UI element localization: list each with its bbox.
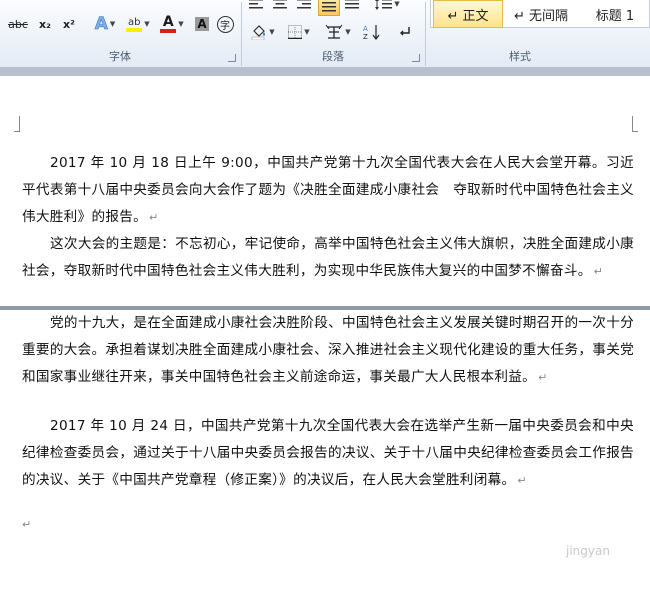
sort-icon: AZ: [363, 25, 380, 40]
paragraph-group-label: 段落: [322, 50, 344, 63]
align-right-button[interactable]: [294, 0, 314, 12]
group-divider: [425, 2, 426, 66]
enclose-character-icon: 字: [216, 15, 234, 33]
paragraph-mark-icon: [400, 27, 410, 36]
page-gap: [0, 68, 650, 76]
font-dialog-launcher-icon[interactable]: [228, 54, 236, 62]
highlight-button[interactable]: ab ▼: [122, 14, 154, 34]
svg-text:Z: Z: [363, 33, 368, 40]
chevron-down-icon: ▼: [144, 20, 150, 28]
watermark: jingyan: [566, 544, 610, 558]
text-effects-icon: A: [94, 14, 108, 35]
align-left-icon: [249, 0, 263, 9]
line-spacing-button[interactable]: ▼: [372, 0, 402, 12]
align-left-button[interactable]: [246, 0, 266, 12]
font-color-icon: A: [160, 15, 177, 33]
paragraph-4[interactable]: 2017 年 10 月 24 日，中国共产党第十九次全国代表大会在选举产生新一届…: [22, 413, 634, 494]
text-effects-button[interactable]: A ▼: [90, 14, 120, 35]
strikethrough-button[interactable]: abc: [4, 14, 32, 34]
paragraph-mark: ↵: [517, 474, 527, 487]
chevron-down-icon: ▼: [394, 0, 400, 8]
chevron-down-icon: ▼: [109, 20, 116, 28]
paragraph-group: ▼ ▼ ▼ ▼ AZ 段落: [242, 0, 424, 68]
document-page[interactable]: 2017 年 10 月 18 日上午 9:00，中国共产党第十九次全国代表大会在…: [0, 76, 650, 600]
font-color-button[interactable]: A ▼: [156, 14, 188, 34]
subscript-button[interactable]: x₂: [34, 14, 56, 34]
justify-icon: [322, 2, 336, 12]
align-center-button[interactable]: [270, 0, 290, 12]
svg-text:A: A: [363, 25, 368, 33]
enclose-character-button[interactable]: 字: [214, 14, 236, 34]
paragraph-mark: ↵: [149, 211, 159, 224]
chinese-layout-icon: [325, 24, 343, 39]
highlight-icon: ab: [126, 17, 143, 32]
line-spacing-icon: [375, 0, 393, 10]
distributed-button[interactable]: [342, 0, 362, 12]
chevron-down-icon: ▼: [178, 20, 184, 28]
chevron-down-icon: ▼: [304, 28, 310, 36]
shading-button[interactable]: ▼: [248, 22, 278, 42]
font-group: abc x₂ x² A ▼ ab ▼ A ▼ A 字 字体: [0, 0, 240, 68]
paragraph-3[interactable]: 党的十九大，是在全面建成小康社会决胜阶段、中国特色社会主义发展关键时期召开的一次…: [22, 310, 634, 391]
paragraph-dialog-launcher-icon[interactable]: [412, 54, 420, 62]
paragraph-1[interactable]: 2017 年 10 月 18 日上午 9:00，中国共产党第十九次全国代表大会在…: [22, 150, 634, 231]
ribbon: abc x₂ x² A ▼ ab ▼ A ▼ A 字 字体 ▼ ▼ ▼ ▼ A …: [0, 0, 650, 68]
paragraph-mark: ↵: [593, 265, 604, 278]
margin-corner-mark: [632, 116, 638, 132]
chinese-layout-button[interactable]: ▼: [322, 22, 354, 42]
margin-corner-mark: [14, 116, 20, 132]
justify-button[interactable]: [318, 0, 340, 16]
align-right-icon: [297, 0, 311, 9]
show-formatting-marks-button[interactable]: [394, 22, 416, 42]
superscript-button[interactable]: x²: [58, 14, 80, 34]
font-group-label: 字体: [109, 50, 131, 63]
styles-group-label: 样式: [509, 50, 531, 63]
character-shading-button[interactable]: A: [192, 14, 212, 34]
empty-paragraph-mark: ↵: [22, 518, 32, 531]
align-center-icon: [273, 0, 287, 9]
chevron-down-icon: ▼: [269, 28, 275, 36]
paragraph-2[interactable]: 这次大会的主题是：不忘初心，牢记使命，高举中国特色社会主义伟大旗帜，决胜全面建成…: [22, 231, 634, 285]
borders-button[interactable]: ▼: [284, 22, 314, 42]
sort-button[interactable]: AZ: [360, 22, 384, 42]
distributed-icon: [345, 0, 359, 9]
paragraph-mark: ↵: [538, 371, 548, 384]
styles-group: 样式: [430, 0, 650, 68]
chevron-down-icon: ▼: [345, 28, 351, 36]
character-shading-icon: A: [195, 17, 209, 31]
paint-bucket-icon: [252, 25, 266, 40]
borders-icon: [288, 25, 303, 39]
